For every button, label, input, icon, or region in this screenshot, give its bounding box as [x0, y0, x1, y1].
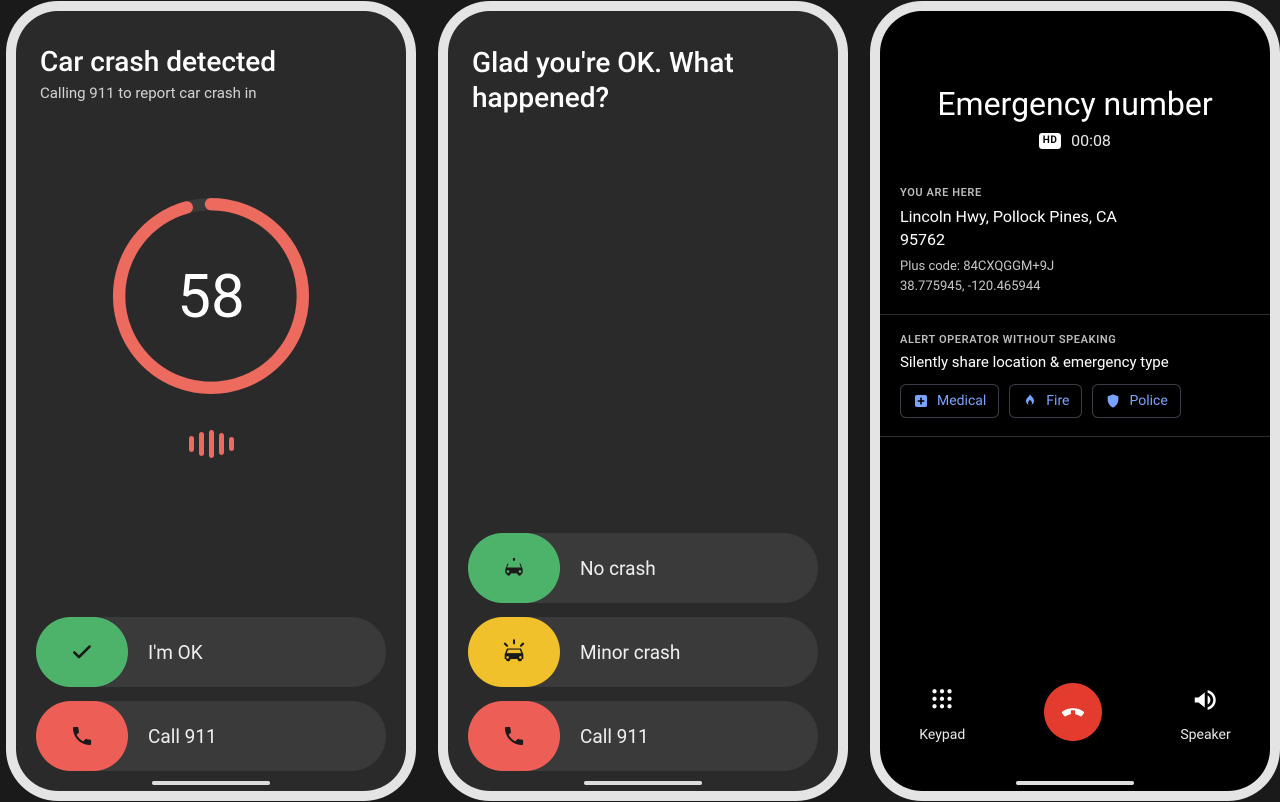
call-911-label: Call 911 [148, 725, 217, 748]
hangup-icon [1058, 697, 1088, 727]
crash-detected-title: Car crash detected [40, 45, 382, 78]
alert-heading: ALERT OPERATOR WITHOUT SPEAKING [900, 333, 1250, 346]
glad-ok-title: Glad you're OK. What happened? [472, 45, 814, 115]
countdown-value: 58 [105, 190, 317, 402]
keypad-button[interactable]: Keypad [919, 685, 965, 743]
location-address: Lincoln Hwy, Pollock Pines, CA 95762 [900, 205, 1250, 251]
medical-icon [913, 393, 929, 409]
phone-frame-3: Emergency number HD 00:08 YOU ARE HERE L… [870, 1, 1280, 801]
chip-fire-label: Fire [1046, 393, 1069, 409]
keypad-label: Keypad [919, 727, 965, 743]
speaker-button[interactable]: Speaker [1180, 685, 1230, 743]
im-ok-label: I'm OK [148, 641, 203, 664]
phone-icon [36, 701, 128, 771]
chip-medical[interactable]: Medical [900, 384, 999, 418]
speaker-label: Speaker [1180, 727, 1230, 743]
divider [876, 314, 1274, 315]
audio-wave-icon [40, 430, 382, 458]
call-911-button[interactable]: Call 911 [36, 701, 386, 771]
call-911-button[interactable]: Call 911 [468, 701, 818, 771]
crash-detected-subtitle: Calling 911 to report car crash in [40, 84, 382, 102]
car-icon [468, 533, 560, 603]
minor-crash-label: Minor crash [580, 641, 680, 664]
phone-frame-1: Car crash detected Calling 911 to report… [6, 1, 416, 801]
im-ok-button[interactable]: I'm OK [36, 617, 386, 687]
phone-frame-2: Glad you're OK. What happened? No crash [438, 1, 848, 801]
chip-police-label: Police [1129, 393, 1167, 409]
alert-subtitle: Silently share location & emergency type [900, 352, 1250, 374]
divider [876, 436, 1274, 437]
fire-icon [1022, 393, 1038, 409]
keypad-icon [927, 685, 957, 715]
location-heading: YOU ARE HERE [900, 186, 1250, 199]
call-911-label: Call 911 [580, 725, 649, 748]
hangup-button[interactable] [1044, 683, 1102, 741]
call-time-row: HD 00:08 [900, 131, 1250, 150]
minor-crash-button[interactable]: Minor crash [468, 617, 818, 687]
no-crash-label: No crash [580, 557, 656, 580]
chip-police[interactable]: Police [1092, 384, 1180, 418]
hd-badge-icon: HD [1039, 133, 1061, 149]
car-alert-icon [468, 617, 560, 687]
speaker-icon [1191, 685, 1221, 715]
check-icon [36, 617, 128, 687]
chip-fire[interactable]: Fire [1009, 384, 1082, 418]
call-duration: 00:08 [1071, 131, 1111, 150]
no-crash-button[interactable]: No crash [468, 533, 818, 603]
chip-medical-label: Medical [937, 393, 986, 409]
countdown-ring: 58 [105, 190, 317, 402]
location-meta: Plus code: 84CXQGGM+9J 38.775945, -120.4… [900, 257, 1250, 296]
emergency-title: Emergency number [900, 85, 1250, 123]
phone-icon [468, 701, 560, 771]
police-icon [1105, 393, 1121, 409]
